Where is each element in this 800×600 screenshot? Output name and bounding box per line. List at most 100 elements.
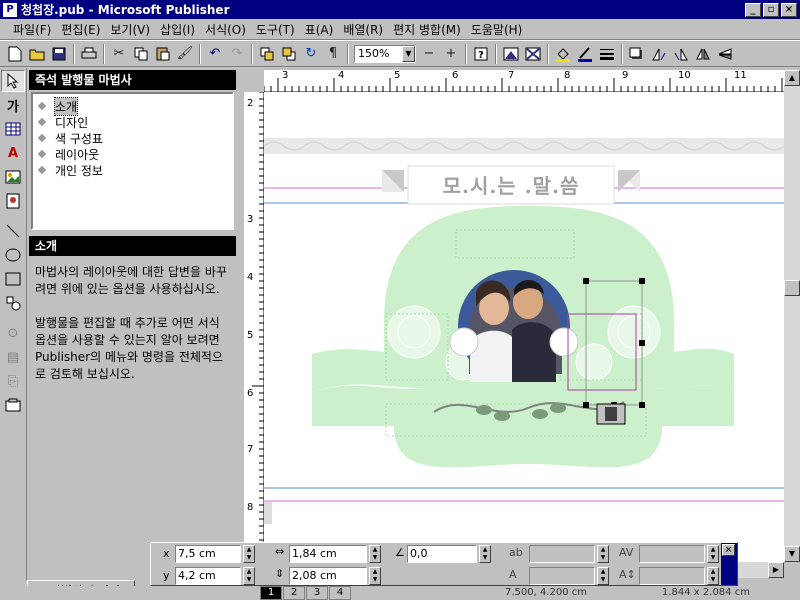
chevron-down-icon[interactable]: ▼ xyxy=(402,45,415,62)
scroll-right-icon[interactable]: ▶ xyxy=(768,562,784,578)
redo-icon[interactable]: ↷ xyxy=(226,43,248,65)
line-spacing-field xyxy=(639,567,705,585)
rotation-angle-icon: ∠ xyxy=(395,546,405,559)
separator xyxy=(251,43,253,64)
fill-color-icon[interactable] xyxy=(552,43,574,65)
ruler-label: 7 xyxy=(247,444,254,455)
ruler-label: 5 xyxy=(394,70,401,81)
height-field[interactable]: 2,08 cm xyxy=(289,567,367,585)
format-painter-icon[interactable]: 🖌 xyxy=(174,43,196,65)
new-icon[interactable] xyxy=(4,43,26,65)
zoom-out-button[interactable]: − xyxy=(418,43,440,65)
width-spinner[interactable]: ▲ ▼ xyxy=(369,545,381,563)
object-size: 1.844 x 2.084 cm xyxy=(662,587,750,598)
line-tool-icon[interactable] xyxy=(1,220,25,242)
menu-arrange[interactable]: 배열(R) xyxy=(338,21,388,38)
table-tool-icon[interactable] xyxy=(1,118,25,140)
minimize-button[interactable]: _ xyxy=(745,2,761,17)
wizard-item-intro[interactable]: 소개 xyxy=(37,96,226,116)
hot-spot-tool-icon[interactable]: ⊙ xyxy=(1,322,25,344)
menu-format[interactable]: 서식(O) xyxy=(200,21,251,38)
pointer-tool-icon[interactable] xyxy=(1,70,25,92)
recolor-icon[interactable] xyxy=(522,43,544,65)
menu-edit[interactable]: 편집(E) xyxy=(56,21,105,38)
text-frame-tool-icon[interactable]: 가 xyxy=(1,94,25,116)
standard-toolbar: ✂ 🖌 ↶ ↷ ↻ ¶ 150% ▼ − + ? xyxy=(0,40,800,67)
wizard-item-color-scheme[interactable]: 색 구성표 xyxy=(37,130,226,146)
width-icon: ⇔ xyxy=(275,545,285,558)
close-button[interactable]: × xyxy=(781,2,797,17)
page-2-button[interactable]: 2 xyxy=(283,586,305,600)
form-control-tool-icon[interactable]: ▤ xyxy=(1,346,25,368)
picture-frame-tool-icon[interactable] xyxy=(1,166,25,188)
close-measure-icon[interactable]: × xyxy=(722,544,735,556)
horizontal-ruler[interactable]: 3 4 5 6 7 8 9 10 11 xyxy=(264,70,784,92)
zoom-dropdown[interactable]: 150% ▼ xyxy=(354,44,416,63)
menu-mail-merge[interactable]: 편지 병합(M) xyxy=(388,21,466,38)
wizard-item-personal-info[interactable]: 개인 정보 xyxy=(37,162,226,178)
undo-icon[interactable]: ↶ xyxy=(204,43,226,65)
pilcrow-icon[interactable]: ¶ xyxy=(322,43,344,65)
custom-shapes-tool-icon[interactable] xyxy=(1,292,25,314)
line-style-icon[interactable] xyxy=(596,43,618,65)
flip-vertical-icon[interactable] xyxy=(714,43,736,65)
y-position-field[interactable]: 4,2 cm xyxy=(175,567,241,585)
oval-tool-icon[interactable] xyxy=(1,244,25,266)
menu-view[interactable]: 보기(V) xyxy=(105,21,155,38)
menu-tools[interactable]: 도구(T) xyxy=(251,21,300,38)
vertical-scrollbar[interactable]: ▲ ▼ xyxy=(784,70,800,562)
rotation-field[interactable]: 0,0 xyxy=(407,545,477,563)
wordart-tool-icon[interactable]: A xyxy=(1,142,25,164)
scroll-thumb[interactable] xyxy=(784,280,800,296)
zoom-in-button[interactable]: + xyxy=(440,43,462,65)
copy-icon[interactable] xyxy=(130,43,152,65)
bring-to-front-icon[interactable] xyxy=(256,43,278,65)
flip-horizontal-icon[interactable] xyxy=(692,43,714,65)
menu-table[interactable]: 표(A) xyxy=(300,21,339,38)
rectangle-tool-icon[interactable] xyxy=(1,268,25,290)
rotation-spinner[interactable]: ▲ ▼ xyxy=(479,545,491,563)
wizard-item-label: 개인 정보 xyxy=(55,163,103,178)
x-spinner[interactable]: ▲ ▼ xyxy=(243,545,255,563)
toolbar-titlebar[interactable]: × xyxy=(721,543,737,585)
send-to-back-icon[interactable] xyxy=(278,43,300,65)
x-position-field[interactable]: 7,5 cm xyxy=(175,545,241,563)
document-canvas[interactable]: 모.시.는 .말.씀 xyxy=(264,92,784,562)
page-3-button[interactable]: 3 xyxy=(306,586,328,600)
vertical-ruler[interactable]: 2 3 4 5 6 7 8 xyxy=(244,92,264,562)
maximize-button[interactable]: ▫ xyxy=(763,2,779,17)
picture-tool-icon[interactable] xyxy=(500,43,522,65)
menu-help[interactable]: 도움말(H) xyxy=(466,21,528,38)
ruler-corner[interactable] xyxy=(244,70,264,92)
design-gallery-tool-icon[interactable] xyxy=(1,394,25,416)
scroll-down-icon[interactable]: ▼ xyxy=(784,546,800,562)
wizard-item-design[interactable]: 디자인 xyxy=(37,114,226,130)
paste-icon[interactable] xyxy=(152,43,174,65)
wizard-description: 마법사의 레이아웃에 대한 답변을 바꾸려면 위에 있는 옵션을 사용하십시오.… xyxy=(27,256,238,408)
invitation-heading[interactable]: 모.시.는 .말.씀 xyxy=(408,170,614,202)
open-icon[interactable] xyxy=(26,43,48,65)
y-spinner[interactable]: ▲ ▼ xyxy=(243,567,255,585)
clip-gallery-tool-icon[interactable] xyxy=(1,190,25,212)
page-4-button[interactable]: 4 xyxy=(329,586,351,600)
zoom-value: 150% xyxy=(358,47,390,60)
save-icon[interactable] xyxy=(48,43,70,65)
cut-icon[interactable]: ✂ xyxy=(108,43,130,65)
ruler-label: 4 xyxy=(247,272,254,283)
shadow-icon[interactable] xyxy=(626,43,648,65)
html-code-tool-icon[interactable]: ⎘ xyxy=(1,370,25,392)
height-spinner[interactable]: ▲ ▼ xyxy=(369,567,381,585)
rotate-left-icon[interactable] xyxy=(648,43,670,65)
width-field[interactable]: 1,84 cm xyxy=(289,545,367,563)
page-1-button[interactable]: 1 xyxy=(260,586,282,600)
line-color-icon[interactable] xyxy=(574,43,596,65)
print-icon[interactable] xyxy=(78,43,100,65)
scroll-up-icon[interactable]: ▲ xyxy=(784,70,800,86)
rotate-icon[interactable]: ↻ xyxy=(300,43,322,65)
rotate-right-icon[interactable] xyxy=(670,43,692,65)
menu-file[interactable]: 파일(F) xyxy=(8,21,56,38)
wizard-item-layout[interactable]: 레이아웃 xyxy=(37,146,226,162)
menu-insert[interactable]: 삽입(I) xyxy=(155,21,200,38)
publisher-app-icon[interactable]: P xyxy=(3,2,17,17)
help-icon[interactable]: ? xyxy=(470,43,492,65)
